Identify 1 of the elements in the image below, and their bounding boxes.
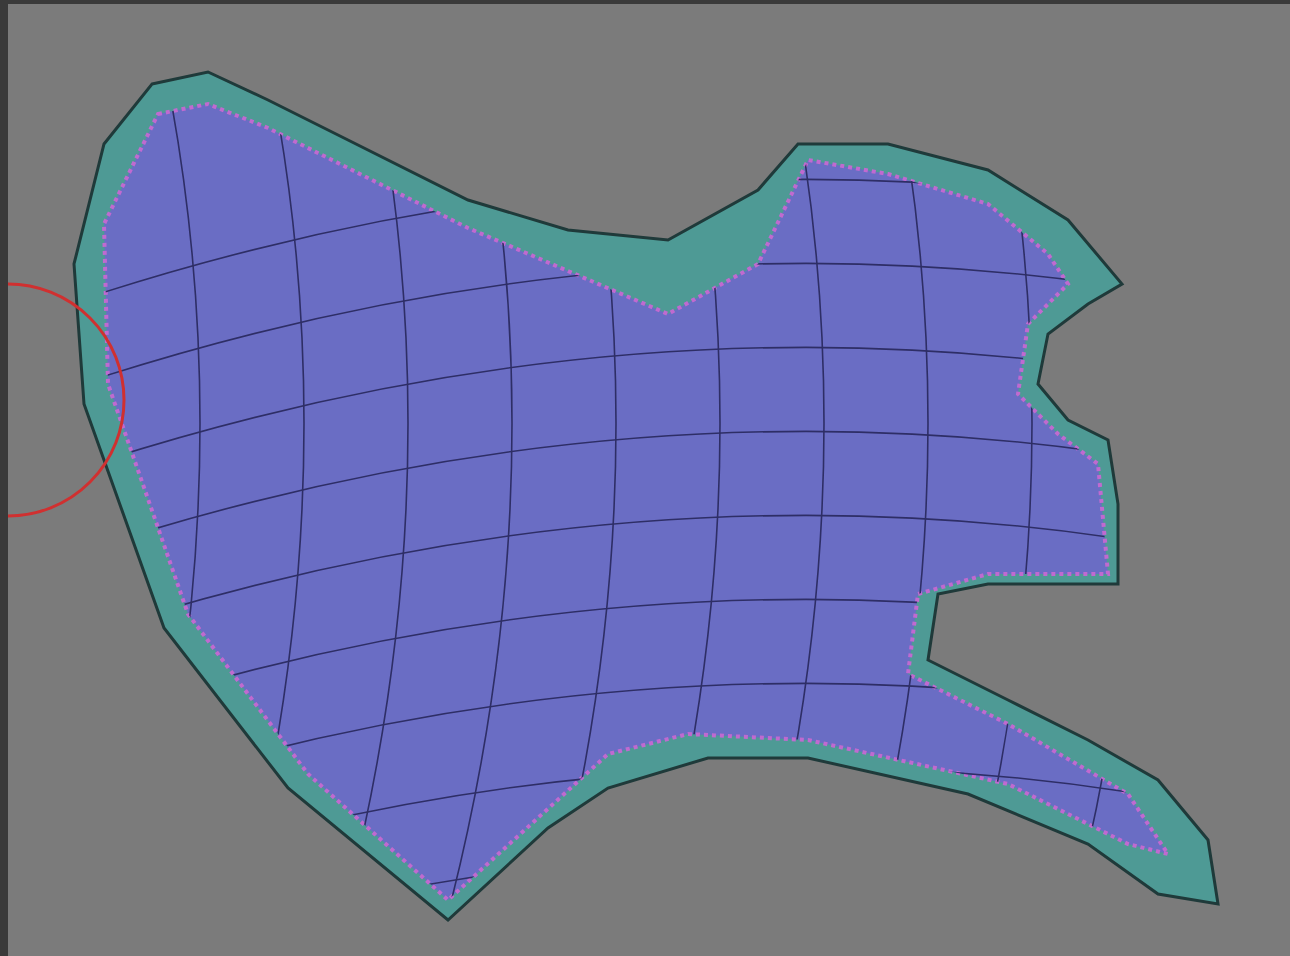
gizmo-ring-drawing[interactable] xyxy=(8,282,126,518)
